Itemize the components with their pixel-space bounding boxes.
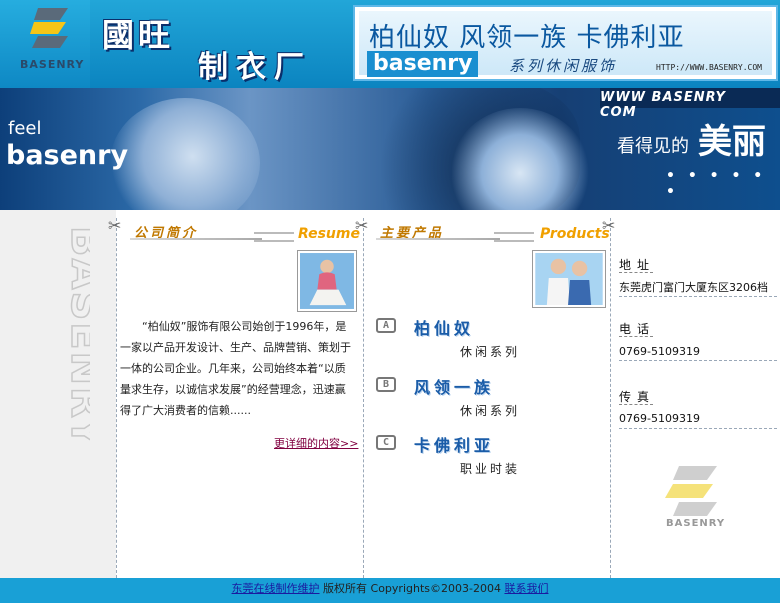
address-label: 地址 <box>619 258 656 272</box>
products-heading: 主要产品 Products <box>376 222 610 246</box>
product-series: 休闲系列 <box>460 345 521 359</box>
product-series: 职业时装 <box>460 462 521 476</box>
product-name[interactable]: 风领一族 <box>414 374 494 398</box>
column-divider <box>116 218 117 578</box>
company-name: 國旺 <box>102 16 175 54</box>
maker-link[interactable]: 东莞在线制作维护 <box>232 582 320 595</box>
fax-label: 传真 <box>619 390 656 404</box>
products-photo <box>532 250 606 308</box>
product-name[interactable]: 柏仙奴 <box>414 315 474 339</box>
product-badge-c: C <box>376 435 396 450</box>
scissors-icon: ✂ <box>108 216 122 235</box>
hero-url-bar: WWW BASENRY COM <box>600 88 780 120</box>
faded-logo-text: BASENRY <box>666 518 726 529</box>
hero-feel: feel <box>8 118 42 139</box>
address-value: 东莞虎门富门大厦东区3206档 <box>619 281 768 294</box>
product-item-a[interactable]: A 柏仙奴 休闲系列 <box>376 315 596 359</box>
site-header: BASENRY 國旺 制衣厂 柏仙奴 风领一族 卡佛利亚 basenry 系列休… <box>0 0 780 88</box>
banner-series: 系列休闲服饰 <box>509 57 618 75</box>
logo-mark-icon <box>30 8 68 48</box>
product-series: 休闲系列 <box>460 404 521 418</box>
column-divider <box>363 218 364 578</box>
hero-slogan-main: 美丽 <box>698 122 766 162</box>
intro-heading: 公司简介 Resume <box>130 222 360 246</box>
product-item-b[interactable]: B 风领一族 休闲系列 <box>376 374 596 418</box>
hero-banner: WWW BASENRY COM feel basenry 看得见的 美丽 • •… <box>0 88 780 210</box>
hero-slogan-lead: 看得见的 <box>617 136 689 157</box>
more-details-link[interactable]: 更详细的内容>> <box>274 435 358 451</box>
hero-dots: • • • • • • <box>666 168 767 200</box>
model-photo-left <box>110 98 260 210</box>
column-divider <box>610 218 611 578</box>
stripes-decoration <box>494 232 534 242</box>
product-badge-b: B <box>376 377 396 392</box>
product-item-c[interactable]: C 卡佛利亚 职业时装 <box>376 432 596 476</box>
hero-brand: basenry <box>6 140 129 171</box>
banner-brand-word: basenry <box>367 51 479 77</box>
model-photo <box>300 253 354 309</box>
intro-photo <box>297 250 357 312</box>
product-name[interactable]: 卡佛利亚 <box>414 432 494 456</box>
intro-title-en: Resume <box>298 226 360 242</box>
contact-us-link[interactable]: 联系我们 <box>504 582 548 595</box>
banner-url: HTTP://WWW.BASENRY.COM <box>656 63 762 72</box>
vertical-brand-label: BASENRY <box>62 226 90 449</box>
banner-brands: 柏仙奴 风领一族 卡佛利亚 <box>369 23 685 53</box>
copyright-text: 版权所有 Copyrights©2003-2004 <box>319 582 505 595</box>
phone-label: 电话 <box>619 322 656 336</box>
logo[interactable]: BASENRY <box>0 0 90 88</box>
vertical-brand-text: BASENRY <box>61 225 90 449</box>
stripes-decoration <box>254 232 294 242</box>
logo-text: BASENRY <box>20 58 85 71</box>
brand-banner: 柏仙奴 风领一族 卡佛利亚 basenry 系列休闲服饰 HTTP://WWW.… <box>353 5 778 81</box>
page: BASENRY 國旺 制衣厂 柏仙奴 风领一族 卡佛利亚 basenry 系列休… <box>0 0 780 603</box>
models-photo <box>535 253 603 305</box>
company-suffix: 制衣厂 <box>198 50 312 85</box>
product-badge-a: A <box>376 318 396 333</box>
products-title-en: Products <box>540 226 610 242</box>
phone-value: 0769-5109319 <box>619 345 700 358</box>
site-footer: 东莞在线制作维护 版权所有 Copyrights©2003-2004 联系我们 <box>0 578 780 603</box>
fax-value: 0769-5109319 <box>619 412 700 425</box>
intro-text: “柏仙奴”服饰有限公司始创于1996年，是一家以产品开发设计、生产、品牌营销、策… <box>120 320 351 417</box>
